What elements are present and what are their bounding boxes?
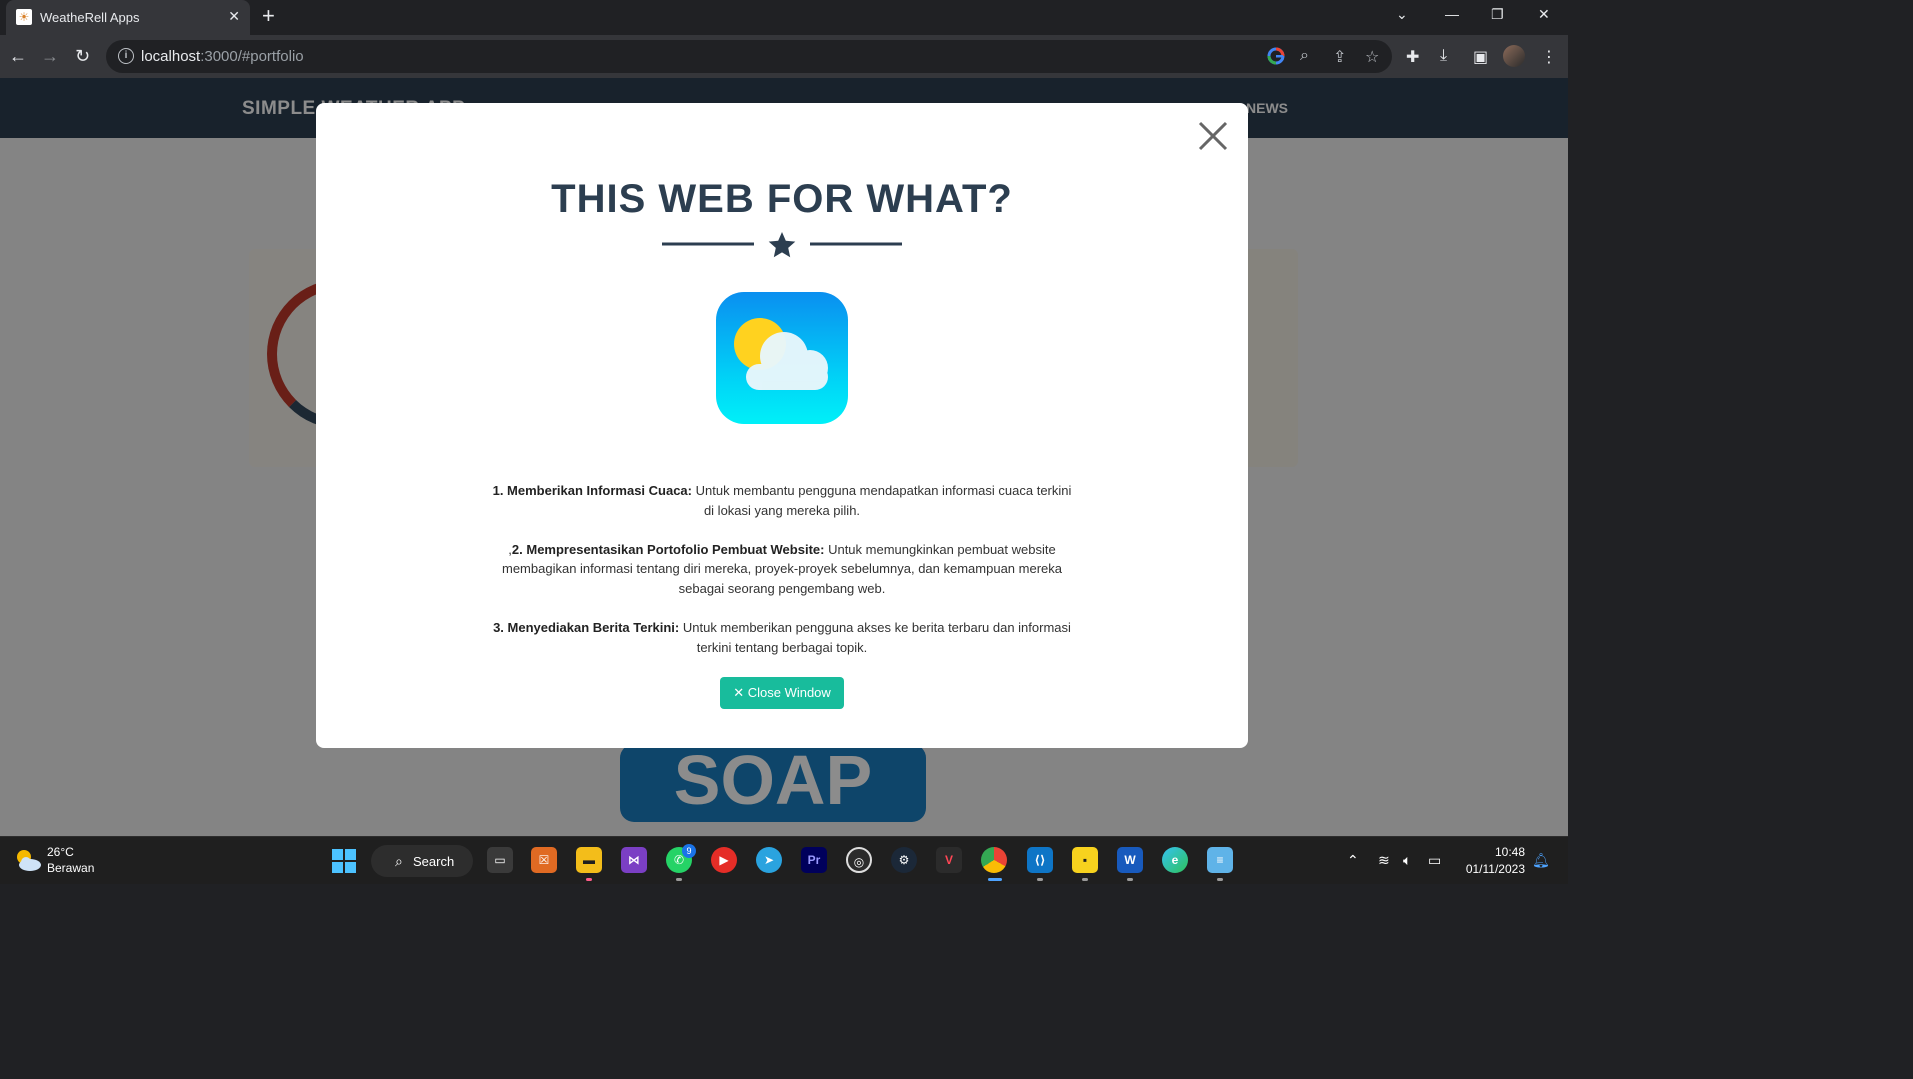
tab-title: WeatheRell Apps	[40, 10, 140, 25]
file-explorer-indicator	[586, 878, 592, 881]
visual-studio-icon[interactable]: ⋈	[621, 847, 647, 873]
restore-icon[interactable]: ❐	[1491, 6, 1504, 23]
modal-title: THIS WEB FOR WHAT?	[551, 177, 1013, 221]
close-x-icon: ✕	[733, 685, 745, 700]
browser-tab[interactable]: ☀ WeatheRell Apps ✕	[6, 0, 250, 35]
taskbar-search[interactable]: ⌕ Search	[371, 845, 473, 877]
portfolio-modal: THIS WEB FOR WHAT? 1. Memberikan Informa…	[316, 103, 1248, 748]
back-icon[interactable]: ←	[9, 46, 27, 66]
telegram-icon[interactable]: ➤	[756, 847, 782, 873]
show-hidden-icons-icon[interactable]: ⌃	[1347, 852, 1359, 869]
file-explorer-icon[interactable]: ▬	[576, 847, 602, 873]
premiere-pro-icon[interactable]: Pr	[801, 847, 827, 873]
modal-close-icon[interactable]	[1196, 119, 1230, 153]
search-icon: ⌕	[395, 853, 403, 869]
windows-taskbar: 26°C Berawan ⌕ Search ▭ ☒ ▬ ⋈ ✆ 9 ▶ ➤ Pr…	[0, 836, 1568, 884]
star-icon	[768, 232, 796, 258]
google-lens-icon[interactable]	[1267, 47, 1285, 70]
purpose-item-1: 1. Memberikan Informasi Cuaca: Untuk mem…	[492, 483, 1072, 518]
weather-description[interactable]: Berawan	[47, 861, 94, 875]
browser-tab-bar: ☀ WeatheRell Apps ✕ + ⌄ — ❐ ✕	[0, 0, 1568, 35]
new-tab-icon[interactable]: +	[262, 5, 275, 27]
close-window-button[interactable]: ✕ Close Window	[720, 677, 844, 709]
window-close-icon[interactable]: ✕	[1538, 6, 1550, 23]
xampp-icon[interactable]: ☒	[531, 847, 557, 873]
site-favicon-icon: ☀	[16, 9, 32, 25]
weather-temperature[interactable]: 26°C	[47, 845, 74, 859]
site-info-icon[interactable]: i	[118, 48, 134, 64]
wifi-icon[interactable]: ≋	[1378, 852, 1390, 869]
tab-close-icon[interactable]: ✕	[228, 8, 240, 25]
browser-toolbar: ← → ↻ i localhost:3000/#portfolio ⌕ ⇪ ☆ …	[0, 35, 1568, 78]
task-view-icon[interactable]: ▭	[487, 847, 513, 873]
extensions-icon[interactable]: ✚	[1406, 47, 1419, 67]
sticky-notes-icon[interactable]: ▪	[1072, 847, 1098, 873]
weather-cloudy-icon[interactable]	[12, 847, 42, 873]
word-icon[interactable]: W	[1117, 847, 1143, 873]
tab-search-chevron-icon[interactable]: ⌄	[1396, 6, 1408, 23]
url-text[interactable]: localhost:3000/#portfolio	[141, 48, 304, 65]
close-window-label: Close Window	[747, 685, 831, 700]
minimize-icon[interactable]: —	[1445, 6, 1459, 22]
purpose-item-2: ,2. Mempresentasikan Portofolio Pembuat …	[502, 541, 1062, 596]
clock-date[interactable]: 01/11/2023	[1466, 862, 1525, 876]
whatsapp-indicator	[676, 878, 682, 881]
youtube-music-icon[interactable]: ▶	[711, 847, 737, 873]
steam-icon[interactable]: ⚙	[891, 847, 917, 873]
vscode-icon[interactable]: ⟨⟩	[1027, 847, 1053, 873]
address-bar[interactable]: i localhost:3000/#portfolio ⌕ ⇪ ☆	[106, 40, 1392, 73]
volume-icon[interactable]: 🔈︎	[1403, 852, 1411, 869]
clock-time[interactable]: 10:48	[1495, 845, 1525, 859]
windows-start-icon[interactable]	[332, 849, 356, 873]
share-icon[interactable]: ⇪	[1333, 47, 1346, 67]
reload-icon[interactable]: ↻	[75, 46, 90, 66]
notepad-icon[interactable]: ≡	[1207, 847, 1233, 873]
whatsapp-badge: 9	[682, 844, 696, 858]
zoom-icon[interactable]: ⌕	[1300, 47, 1309, 65]
side-panel-icon[interactable]: ▣	[1473, 47, 1488, 67]
weather-app-icon	[716, 292, 848, 424]
menu-kebab-icon[interactable]: ⋮	[1541, 47, 1557, 67]
purpose-item-3: 3. Menyediakan Berita Terkini: Untuk mem…	[493, 620, 1071, 655]
downloads-icon[interactable]: ⤓	[1440, 47, 1447, 65]
bookmark-star-icon[interactable]: ☆	[1365, 47, 1379, 67]
forward-icon[interactable]: →	[41, 46, 59, 66]
obs-icon[interactable]: ◎	[846, 847, 872, 873]
notepad-indicator	[1217, 878, 1223, 881]
chrome-icon[interactable]	[981, 847, 1007, 873]
sticky-notes-indicator	[1082, 878, 1088, 881]
valorant-icon[interactable]: V	[936, 847, 962, 873]
edge-icon[interactable]: e	[1162, 847, 1188, 873]
chrome-active-indicator	[988, 878, 1002, 881]
battery-icon[interactable]: ▭	[1428, 852, 1441, 869]
notification-bell-icon[interactable]: 🔔︎	[1532, 852, 1550, 869]
star-divider	[662, 232, 902, 258]
vscode-indicator	[1037, 878, 1043, 881]
modal-body: 1. Memberikan Informasi Cuaca: Untuk mem…	[486, 481, 1078, 677]
profile-avatar[interactable]	[1503, 45, 1525, 67]
word-indicator	[1127, 878, 1133, 881]
